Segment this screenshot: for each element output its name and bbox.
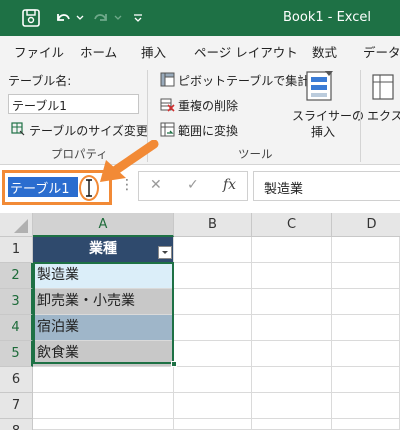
- table-name-label: テーブル名:: [8, 74, 72, 88]
- fill-handle[interactable]: [171, 361, 177, 367]
- cell-c6[interactable]: [252, 367, 332, 393]
- tab-data[interactable]: データ: [363, 42, 400, 61]
- row-header-8[interactable]: 8: [0, 419, 33, 430]
- cell-d6[interactable]: [332, 367, 400, 393]
- cell-d1[interactable]: [332, 237, 400, 263]
- filter-dropdown-icon[interactable]: [158, 246, 172, 259]
- more-options-icon[interactable]: ⋮: [120, 177, 134, 193]
- pivot-table-icon: [160, 72, 175, 90]
- cell-d7[interactable]: [332, 393, 400, 419]
- tab-home[interactable]: ホーム: [80, 42, 117, 61]
- customize-qat-icon[interactable]: [130, 0, 146, 36]
- export-icon: [371, 72, 397, 105]
- cell-d4[interactable]: [332, 315, 400, 341]
- row-header-2[interactable]: 2: [0, 263, 33, 289]
- autosave-icon[interactable]: [18, 0, 44, 36]
- cell-b5[interactable]: [174, 341, 252, 367]
- column-header-d[interactable]: D: [332, 213, 400, 237]
- cell-b2[interactable]: [174, 263, 252, 289]
- pivot-summary-button[interactable]: ピボットテーブルで集計: [178, 72, 309, 89]
- cell-c8[interactable]: [252, 419, 332, 430]
- column-header-c[interactable]: C: [252, 213, 332, 237]
- row-header-5[interactable]: 5: [0, 341, 33, 367]
- redo-icon[interactable]: [88, 0, 114, 36]
- cell-a7[interactable]: [33, 393, 174, 419]
- cell-c3[interactable]: [252, 289, 332, 315]
- tools-group-label: ツール: [238, 147, 273, 161]
- cell-d8[interactable]: [332, 419, 400, 430]
- name-box[interactable]: テーブル1: [8, 177, 78, 197]
- insert-slicer-button-line2[interactable]: 挿入: [311, 123, 335, 140]
- row-header-6[interactable]: 6: [0, 367, 33, 393]
- undo-dropdown-icon[interactable]: [74, 0, 86, 36]
- cell-b6[interactable]: [174, 367, 252, 393]
- select-all-corner[interactable]: [0, 213, 33, 237]
- ribbon-tabs: ファイル ホーム 挿入 ページ レイアウト 数式 データ: [0, 36, 400, 64]
- tab-formulas[interactable]: 数式: [312, 42, 337, 61]
- cell-b1[interactable]: [174, 237, 252, 263]
- convert-to-range-icon: [160, 122, 175, 140]
- cell-c1[interactable]: [252, 237, 332, 263]
- ribbon-body: テーブル名: テーブル1 テーブルのサイズ変更 プロパティ ピボットテーブルで集…: [0, 64, 400, 165]
- window-title: Book1 - Excel: [283, 10, 372, 25]
- cell-a8[interactable]: [33, 419, 174, 430]
- cell-d3[interactable]: [332, 289, 400, 315]
- insert-slicer-button-line1[interactable]: スライサーの: [292, 107, 364, 124]
- table-name-input[interactable]: テーブル1: [8, 94, 139, 114]
- remove-duplicates-button[interactable]: 重複の削除: [178, 97, 238, 114]
- tab-insert[interactable]: 挿入: [141, 42, 166, 61]
- row-header-1[interactable]: 1: [0, 237, 33, 263]
- cell-c2[interactable]: [252, 263, 332, 289]
- enter-icon[interactable]: ✓: [187, 177, 199, 193]
- resize-table-button[interactable]: テーブルのサイズ変更: [29, 122, 148, 139]
- selection-outline: [33, 262, 174, 364]
- formula-input[interactable]: 製造業: [253, 171, 400, 201]
- cell-a6[interactable]: [33, 367, 174, 393]
- redo-dropdown-icon[interactable]: [112, 0, 124, 36]
- column-header-b[interactable]: B: [174, 213, 252, 237]
- table-header-cell[interactable]: 業種: [33, 237, 174, 263]
- export-button[interactable]: エクスポ: [367, 107, 400, 124]
- row-header-3[interactable]: 3: [0, 289, 33, 315]
- cell-b4[interactable]: [174, 315, 252, 341]
- tab-file[interactable]: ファイル: [14, 42, 64, 61]
- cell-c7[interactable]: [252, 393, 332, 419]
- slicer-icon: [305, 70, 335, 107]
- title-bar: Book1 - Excel: [0, 0, 400, 36]
- cell-b7[interactable]: [174, 393, 252, 419]
- insert-function-icon[interactable]: fx: [223, 177, 236, 193]
- cancel-icon[interactable]: ✕: [150, 177, 162, 193]
- cell-c5[interactable]: [252, 341, 332, 367]
- cell-b8[interactable]: [174, 419, 252, 430]
- cell-c4[interactable]: [252, 315, 332, 341]
- column-header-a[interactable]: A: [33, 213, 174, 237]
- undo-icon[interactable]: [50, 0, 76, 36]
- resize-table-icon: [11, 122, 25, 139]
- remove-duplicates-icon: [160, 97, 175, 115]
- row-header-4[interactable]: 4: [0, 315, 33, 341]
- tab-page-layout[interactable]: ページ レイアウト: [194, 42, 298, 61]
- cell-d5[interactable]: [332, 341, 400, 367]
- row-header-7[interactable]: 7: [0, 393, 33, 419]
- group-divider: [360, 70, 361, 162]
- cell-b3[interactable]: [174, 289, 252, 315]
- convert-to-range-button[interactable]: 範囲に変換: [178, 122, 238, 139]
- cell-d2[interactable]: [332, 263, 400, 289]
